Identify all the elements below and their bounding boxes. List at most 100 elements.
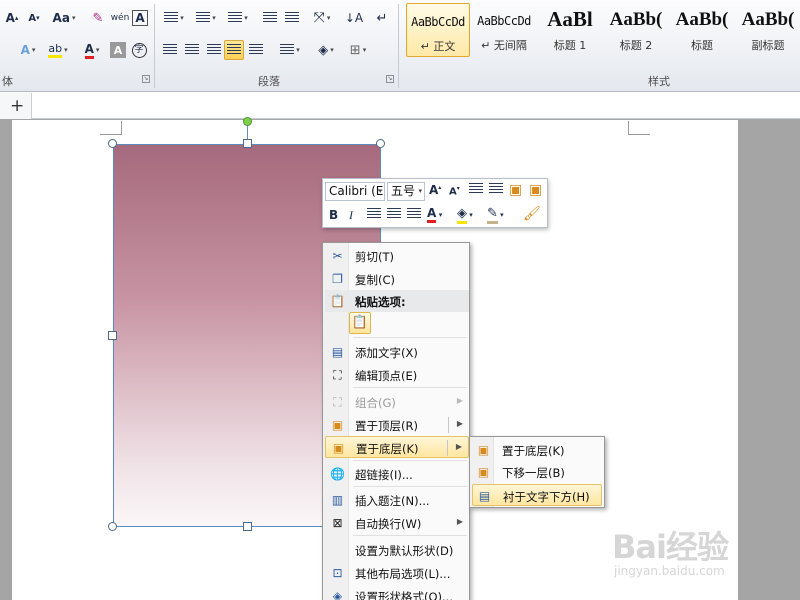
resize-handle-top[interactable] [243,139,252,148]
borders-button[interactable]: ⊞ ▾ [344,40,372,60]
grow-font-button[interactable]: A ▴ [2,8,22,28]
resize-handle-bottom[interactable] [243,522,252,531]
grow-font-icon[interactable]: A▴ [429,183,441,197]
caption-icon: ▥ [331,493,344,507]
submenu-item-behind-text[interactable]: ▤ 衬于文字下方(H) [472,484,602,506]
style-normal[interactable]: AaBbCcDd ↵ 正文 [406,3,470,57]
align-left-icon[interactable] [367,208,381,223]
paste-icon: 📋 [330,294,345,308]
style-no-spacing[interactable]: AaBbCcDd ↵ 无间隔 [472,3,536,57]
style-heading-2[interactable]: AaBb( 标题 2 [604,3,668,57]
menu-item-add-text[interactable]: ▤ 添加文字(X) [325,341,469,363]
line-spacing-button[interactable]: ▾ [276,40,304,60]
text-effect-button[interactable]: A ▾ [14,40,42,60]
decrease-indent-button[interactable] [260,8,280,28]
paragraph-dialog-launcher[interactable]: ↘ [386,75,394,83]
add-tab-button[interactable]: + [10,96,24,116]
menu-item-cut[interactable]: ✂ 剪切(T) [325,245,469,267]
font-name-select[interactable]: Calibri (E ▾ [325,182,385,201]
behind-text-icon: ▤ [478,489,491,503]
distributed-icon [249,44,263,56]
resize-handle-bottom-left[interactable] [108,522,117,531]
numbering-button[interactable]: ▾ [192,8,220,28]
menu-item-bring-to-front[interactable]: ▣ 置于顶层(R) ▶ [325,414,469,436]
bold-button[interactable]: B [329,208,338,222]
menu-item-send-to-back[interactable]: ▣ 置于底层(K) ▶ [325,436,469,458]
sort-button[interactable]: ↓A [344,8,364,28]
resize-handle-left[interactable] [108,331,117,340]
increase-indent-icon[interactable] [489,183,503,198]
italic-button[interactable]: I [349,208,353,223]
chinese-layout-button[interactable]: ⤧ ▾ [308,8,336,28]
styles-group-label: 样式 [648,75,670,88]
crop-mark [100,121,122,135]
char-border-button[interactable]: A [132,10,148,26]
align-right-icon[interactable] [407,208,421,223]
font-color-button[interactable]: A ▾ [427,206,442,223]
enclose-char-button[interactable]: 字 [130,40,148,60]
context-menu: ✂ 剪切(T) ❐ 复制(C) 📋 粘贴选项: ▤ 添加文字(X) ⛶ 编辑顶点… [322,242,470,600]
chinese-layout-icon: ⤧ [313,10,325,26]
menu-item-text-wrapping[interactable]: ⊠ 自动换行(W) ▶ [325,512,469,534]
style-subtitle[interactable]: AaBb( 副标题 [736,3,800,57]
align-center-icon[interactable] [387,208,401,223]
font-dialog-launcher[interactable]: ↘ [142,75,150,83]
highlight-button[interactable]: ab ▾ [44,40,72,60]
font-size-select[interactable]: 五号 ▾ [387,182,425,201]
justify-icon [227,44,241,56]
wrap-icon: ⊠ [332,516,343,530]
paragraph-mark-icon: ↵ [376,10,388,26]
bring-forward-icon[interactable]: ▣ [509,182,522,198]
edit-points-icon: ⛶ [333,368,342,382]
mini-toolbar: Calibri (E ▾ 五号 ▾ A▴ A▾ ▣ ▣ B I A ▾ ◈ ▾ ✎ … [322,178,548,228]
shrink-font-icon[interactable]: A▾ [449,185,460,197]
change-case-button[interactable]: Aa ▾ [50,8,78,28]
paste-option-button[interactable]: 📋 [349,312,371,334]
justify-button[interactable] [224,40,244,60]
submenu-item-send-backward[interactable]: ▣ 下移一层(B) [472,461,602,483]
format-painter-icon[interactable]: 🖌 [523,206,541,222]
increase-indent-button[interactable] [282,8,302,28]
send-backward-icon[interactable]: ▣ [529,182,542,198]
menu-item-hyperlink[interactable]: 🌐 超链接(I)... [325,463,469,485]
menu-item-more-layout-options[interactable]: ⊡ 其他布局选项(L)... [325,562,469,584]
align-center-button[interactable] [182,40,202,60]
highlight-icon[interactable]: ◈ ▾ [457,206,473,224]
distributed-button[interactable] [246,40,266,60]
style-heading-1[interactable]: AaBl 标题 1 [538,3,602,57]
bullets-button[interactable]: ▾ [160,8,188,28]
font-color-button[interactable]: A ▾ [78,40,106,60]
resize-handle-top-left[interactable] [108,139,117,148]
clear-format-icon[interactable]: ✎ [88,8,108,28]
menu-item-insert-caption[interactable]: ▥ 插入题注(N)... [325,489,469,511]
menu-item-format-shape[interactable]: ◈ 设置形状格式(O)... [325,585,469,600]
menu-item-copy[interactable]: ❐ 复制(C) [325,268,469,290]
multilevel-list-button[interactable]: ▾ [224,8,252,28]
add-text-icon: ▤ [331,345,344,359]
show-marks-button[interactable]: ↵ [372,8,392,28]
style-title[interactable]: AaBb( 标题 [670,3,734,57]
shape-outline-icon[interactable]: ✎ ▾ [487,206,504,224]
numbering-icon [196,12,211,24]
scissors-icon: ✂ [332,249,343,263]
rotation-handle[interactable] [243,117,252,126]
menu-item-edit-points[interactable]: ⛶ 编辑顶点(E) [325,364,469,386]
decrease-indent-icon[interactable] [469,183,483,198]
phonetic-guide-button[interactable]: wén [110,8,130,28]
align-left-button[interactable] [160,40,180,60]
borders-icon: ⊞ [349,42,361,58]
resize-handle-top-right[interactable] [376,139,385,148]
menu-separator [353,460,467,461]
shrink-font-button[interactable]: A ▾ [24,8,44,28]
menu-item-set-default-shape[interactable]: 设置为默认形状(D) [325,539,469,561]
sort-icon: ↓A [344,11,364,25]
shading-button[interactable]: ◈ ▾ [312,40,340,60]
watermark-url: jingyan.baidu.com [614,564,725,578]
char-shading-button[interactable]: A [110,42,126,58]
hyperlink-icon: 🌐 [330,467,345,481]
watermark-logo: Bai经验 [612,528,729,566]
align-right-button[interactable] [204,40,224,60]
menu-separator [353,486,467,487]
submenu-item-send-to-back[interactable]: ▣ 置于底层(K) [472,439,602,461]
align-right-icon [207,44,221,56]
